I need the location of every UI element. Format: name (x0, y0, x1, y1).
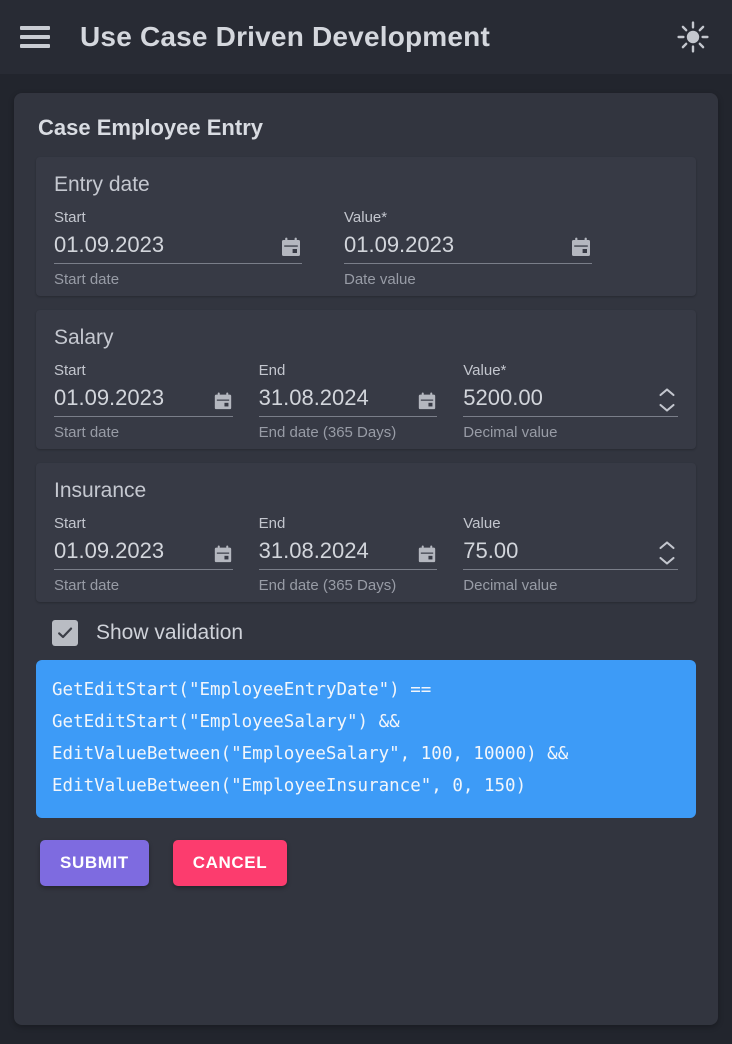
field-salary-end[interactable]: End 31.08.2024 End date (365 Days) (258, 362, 438, 441)
section-entry-date: Entry date Start 01.09.2023 Start date V… (36, 157, 696, 296)
field-row: Start 01.09.2023 (54, 362, 678, 441)
section-salary: Salary Start 01.09.2023 Start date End 3… (36, 310, 696, 449)
show-validation-row[interactable]: Show validation (52, 620, 696, 646)
calendar-icon[interactable] (570, 236, 592, 258)
validation-expression-panel: GetEditStart("EmployeeEntryDate") == Get… (36, 660, 696, 818)
calendar-icon[interactable] (213, 544, 233, 564)
card-title: Case Employee Entry (38, 115, 263, 140)
field-value[interactable]: 75.00 (463, 538, 656, 564)
field-entry-date-start[interactable]: Start 01.09.2023 Start date (54, 209, 302, 288)
field-hint: End date (365 Days) (258, 424, 397, 441)
field-entry-date-value[interactable]: Value* 01.09.2023 Date value (344, 209, 592, 288)
field-hint: Start date (54, 577, 120, 594)
case-employee-entry-card: Case Employee Entry Entry date Start 01.… (14, 93, 718, 1025)
stepper-down-icon (659, 556, 675, 565)
app-bar: Use Case Driven Development (0, 0, 732, 74)
show-validation-checkbox[interactable] (52, 620, 78, 646)
field-value[interactable]: 5200.00 (463, 385, 656, 411)
stepper-down-icon (659, 403, 675, 412)
sun-icon[interactable] (676, 20, 710, 54)
calendar-icon[interactable] (213, 391, 233, 411)
field-control[interactable]: 75.00 (463, 538, 678, 570)
field-hint: Date value (344, 271, 416, 288)
validation-expression-text: GetEditStart("EmployeeEntryDate") == Get… (52, 680, 579, 796)
field-control[interactable]: 01.09.2023 (54, 538, 233, 570)
field-label: Value* (463, 362, 507, 379)
field-row: Start 01.09.2023 (54, 515, 678, 594)
field-hint: Start date (54, 424, 120, 441)
field-value[interactable]: 01.09.2023 (54, 232, 280, 258)
field-label: Value* (344, 209, 388, 226)
field-hint: Start date (54, 271, 120, 288)
field-salary-value[interactable]: Value* 5200.00 Decimal value (463, 362, 678, 441)
form-actions: SUBMIT CANCEL (40, 840, 696, 886)
hamburger-bar (20, 35, 50, 39)
calendar-icon[interactable] (280, 236, 302, 258)
field-row: Start 01.09.2023 (54, 209, 678, 288)
field-control[interactable]: 01.09.2023 (344, 232, 592, 264)
field-label: Start (54, 209, 86, 226)
section-title: Salary (54, 326, 114, 349)
field-insurance-value[interactable]: Value 75.00 Decimal value (463, 515, 678, 594)
field-label: End (258, 362, 286, 379)
page-title: Use Case Driven Development (80, 21, 491, 52)
field-hint: Decimal value (463, 424, 558, 441)
field-insurance-end[interactable]: End 31.08.2024 End date (365 Days) (258, 515, 438, 594)
stepper-up-icon (659, 541, 675, 550)
field-control[interactable]: 31.08.2024 (258, 385, 438, 417)
checkmark-icon (58, 627, 73, 639)
section-title: Entry date (54, 173, 150, 196)
field-control[interactable]: 31.08.2024 (258, 538, 438, 570)
field-insurance-start[interactable]: Start 01.09.2023 Start date (54, 515, 233, 594)
field-value[interactable]: 31.08.2024 (259, 538, 418, 564)
calendar-icon[interactable] (417, 391, 437, 411)
field-control[interactable]: 01.09.2023 (54, 385, 233, 417)
hamburger-bar (20, 26, 50, 30)
field-value[interactable]: 01.09.2023 (54, 538, 213, 564)
field-label: Value (463, 515, 501, 532)
field-label: End (258, 515, 286, 532)
field-label: Start (54, 515, 86, 532)
field-salary-start[interactable]: Start 01.09.2023 Start date (54, 362, 233, 441)
cancel-button[interactable]: CANCEL (172, 840, 288, 886)
field-hint: Decimal value (463, 577, 558, 594)
submit-button[interactable]: SUBMIT (40, 840, 149, 886)
section-title: Insurance (54, 479, 147, 502)
field-hint: End date (365 Days) (258, 577, 397, 594)
field-value[interactable]: 01.09.2023 (344, 232, 570, 258)
hamburger-menu-icon[interactable] (20, 26, 50, 48)
stepper-icon[interactable] (656, 540, 678, 566)
stepper-icon[interactable] (656, 387, 678, 413)
calendar-icon[interactable] (417, 544, 437, 564)
hamburger-bar (20, 44, 50, 48)
field-control[interactable]: 5200.00 (463, 385, 678, 417)
field-value[interactable]: 31.08.2024 (259, 385, 418, 411)
stepper-up-icon (659, 388, 675, 397)
show-validation-label: Show validation (96, 621, 244, 644)
page-body: Case Employee Entry Entry date Start 01.… (0, 74, 732, 1044)
section-insurance: Insurance Start 01.09.2023 Start date En… (36, 463, 696, 602)
field-value[interactable]: 01.09.2023 (54, 385, 213, 411)
field-label: Start (54, 362, 86, 379)
field-control[interactable]: 01.09.2023 (54, 232, 302, 264)
